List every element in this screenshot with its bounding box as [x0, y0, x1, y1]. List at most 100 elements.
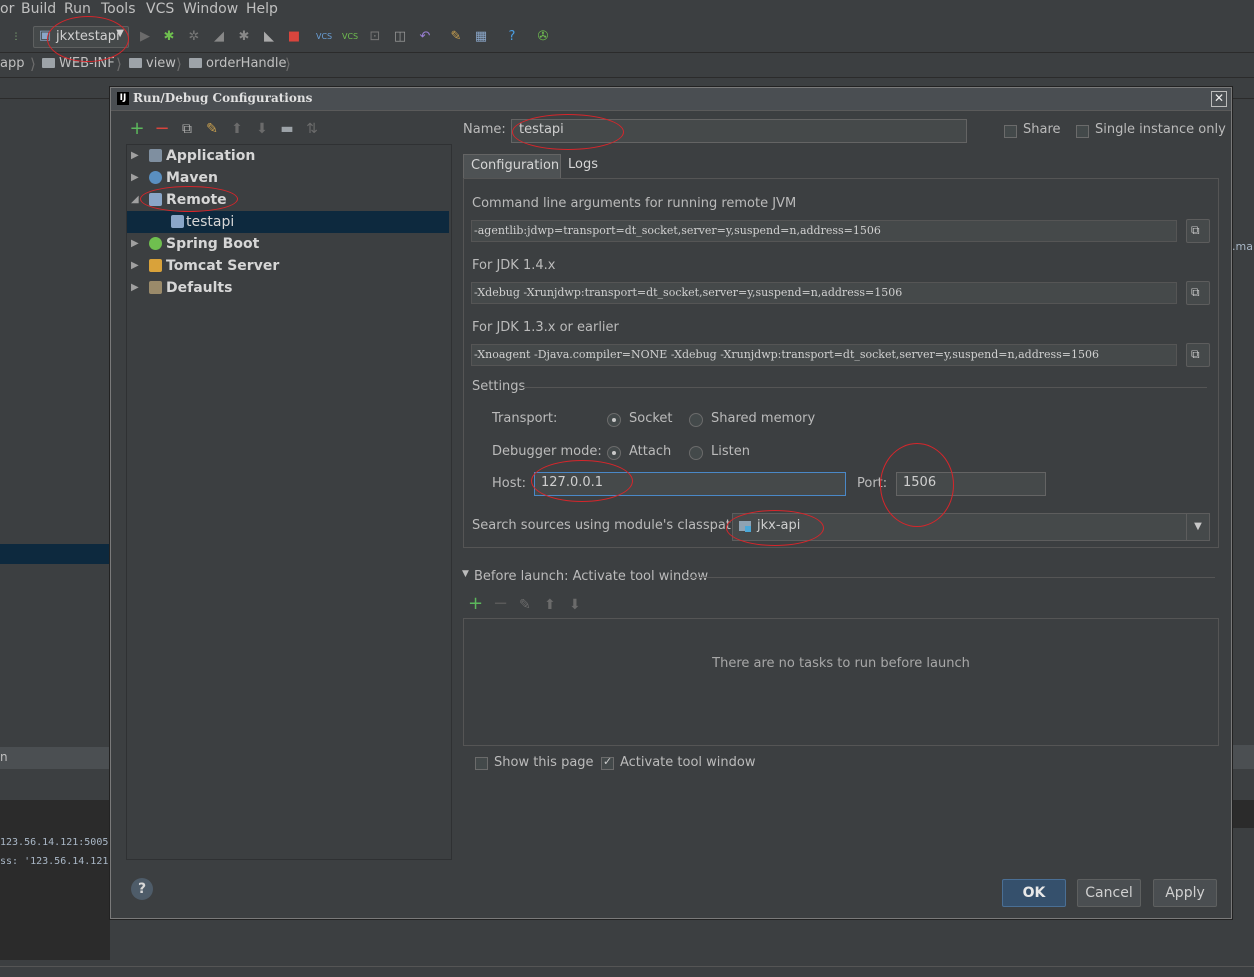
tree-item-label: Defaults: [166, 280, 233, 296]
tree-item-defaults[interactable]: ▶ Defaults: [127, 277, 449, 299]
jdk13-field[interactable]: -Xnoagent -Djava.compiler=NONE -Xdebug -…: [471, 344, 1177, 366]
copy-icon: ⧉: [1191, 223, 1200, 237]
tab-label: Logs: [568, 157, 598, 172]
menu-edit-partial[interactable]: or: [0, 1, 14, 17]
breadcrumb-label: orderHandle: [206, 56, 287, 71]
project-selected-row[interactable]: [0, 544, 110, 564]
add-config-icon[interactable]: +: [129, 120, 145, 138]
menu-help[interactable]: Help: [246, 1, 278, 17]
vcs-update-icon[interactable]: VCS: [316, 29, 332, 45]
breadcrumb-orderhandle[interactable]: orderHandle: [189, 56, 287, 71]
ok-button[interactable]: OK: [1002, 879, 1066, 907]
expand-icon[interactable]: ▶: [131, 167, 139, 189]
cancel-button[interactable]: Cancel: [1077, 879, 1141, 907]
name-input[interactable]: testapi: [511, 119, 967, 143]
remote-config-icon: [171, 215, 184, 228]
application-icon: [149, 149, 162, 162]
share-checkbox[interactable]: [1004, 125, 1017, 138]
run-icon[interactable]: ▶: [137, 29, 153, 45]
tab-logs[interactable]: Logs: [561, 154, 601, 178]
single-instance-checkbox[interactable]: [1076, 125, 1089, 138]
tree-item-maven[interactable]: ▶ Maven: [127, 167, 449, 189]
breadcrumb-webapp[interactable]: app: [0, 56, 24, 71]
menu-vcs[interactable]: VCS: [146, 1, 174, 17]
breadcrumb-web-inf[interactable]: WEB-INF: [42, 56, 115, 71]
chevron-down-icon[interactable]: ▼: [1186, 514, 1209, 540]
copy-cmd-button[interactable]: ⧉: [1186, 219, 1210, 243]
breadcrumb-label: WEB-INF: [59, 56, 115, 71]
history-icon[interactable]: ◫: [392, 29, 408, 45]
stepper-icon[interactable]: ⋮: [8, 29, 24, 45]
move-up-icon[interactable]: ⬆: [229, 121, 245, 137]
tree-item-label: Remote: [166, 192, 227, 208]
collapse-icon[interactable]: ◢: [131, 189, 139, 211]
activate-tool-checkbox[interactable]: ✓: [601, 755, 614, 770]
listen-radio[interactable]: [689, 446, 703, 460]
copy-jdk14-button[interactable]: ⧉: [1186, 281, 1210, 305]
tree-item-application[interactable]: ▶ Application: [127, 145, 449, 167]
tree-item-label: Maven: [166, 170, 218, 186]
profile-icon[interactable]: ◢: [211, 29, 227, 45]
debug-icon[interactable]: ✱: [161, 29, 177, 45]
edit-task-icon[interactable]: ✎: [519, 597, 531, 613]
sort-icon[interactable]: ⇅: [304, 121, 320, 137]
host-input[interactable]: 127.0.0.1: [534, 472, 846, 496]
tree-item-spring-boot[interactable]: ▶ Spring Boot: [127, 233, 449, 255]
jdk14-field[interactable]: -Xdebug -Xrunjdwp:transport=dt_socket,se…: [471, 282, 1177, 304]
expand-icon[interactable]: ▶: [131, 255, 139, 277]
expand-icon[interactable]: ▶: [131, 277, 139, 299]
intellij-logo-icon: IJ: [117, 92, 129, 105]
structure-icon[interactable]: ▦: [473, 29, 489, 45]
before-launch-separator: [687, 577, 1215, 578]
settings-icon[interactable]: ✎: [448, 29, 464, 45]
lock-icon[interactable]: ⊡: [367, 29, 383, 45]
tab-configuration[interactable]: Configuration: [463, 154, 561, 179]
show-page-checkbox[interactable]: [475, 757, 488, 770]
tree-item-testapi[interactable]: testapi: [127, 211, 449, 233]
close-button[interactable]: ✕: [1211, 91, 1227, 107]
menu-window[interactable]: Window: [183, 1, 238, 17]
socket-radio[interactable]: [607, 413, 621, 427]
tree-item-tomcat[interactable]: ▶ Tomcat Server: [127, 255, 449, 277]
shared-memory-radio[interactable]: [689, 413, 703, 427]
editor-right-console: [1232, 800, 1254, 828]
build-icon[interactable]: ◣: [261, 29, 277, 45]
breadcrumb-view[interactable]: view: [129, 56, 176, 71]
help-button[interactable]: ?: [131, 878, 153, 900]
edit-defaults-icon[interactable]: ✎: [204, 121, 220, 137]
port-input-value: 1506: [903, 475, 937, 490]
move-task-down-icon[interactable]: ⬇: [569, 597, 581, 613]
attach-radio[interactable]: [607, 446, 621, 460]
dialog-titlebar[interactable]: IJ Run/Debug Configurations ✕: [111, 88, 1231, 111]
copy-jdk13-button[interactable]: ⧉: [1186, 343, 1210, 367]
stop-icon[interactable]: ■: [286, 29, 302, 45]
menu-build[interactable]: Build: [21, 1, 56, 17]
move-down-icon[interactable]: ⬇: [254, 121, 270, 137]
folder-icon[interactable]: ▬: [279, 121, 295, 137]
expand-icon[interactable]: ▶: [131, 145, 139, 167]
help-icon[interactable]: ?: [504, 29, 520, 45]
move-task-up-icon[interactable]: ⬆: [544, 597, 556, 613]
maven-icon: [149, 171, 162, 184]
run-config-dropdown[interactable]: ▣ jkxtestapi ▼: [33, 26, 129, 48]
expand-icon[interactable]: ▶: [131, 233, 139, 255]
port-input[interactable]: 1506: [896, 472, 1046, 496]
attach-icon[interactable]: ✱: [236, 29, 252, 45]
apply-button[interactable]: Apply: [1153, 879, 1217, 907]
coverage-icon[interactable]: ✲: [186, 29, 202, 45]
add-task-icon[interactable]: +: [468, 593, 483, 614]
collapse-triangle-icon[interactable]: ▼: [462, 569, 469, 579]
remove-config-icon[interactable]: −: [154, 120, 170, 138]
remove-task-icon[interactable]: −: [493, 593, 508, 614]
vcs-commit-icon[interactable]: VCS: [342, 29, 358, 45]
cmd-args-field[interactable]: -agentlib:jdwp=transport=dt_socket,serve…: [471, 220, 1177, 242]
menu-tools[interactable]: Tools: [101, 1, 136, 17]
plugin-icon[interactable]: ✇: [535, 29, 551, 45]
module-select[interactable]: jkx-api ▼: [732, 513, 1210, 541]
remote-config-icon: ▣: [38, 28, 52, 43]
tree-item-label: Tomcat Server: [166, 258, 280, 274]
menu-run[interactable]: Run: [64, 1, 91, 17]
revert-icon[interactable]: ↶: [417, 29, 433, 45]
tree-item-remote[interactable]: ◢ Remote: [127, 189, 449, 211]
copy-config-icon[interactable]: ⧉: [179, 121, 195, 137]
